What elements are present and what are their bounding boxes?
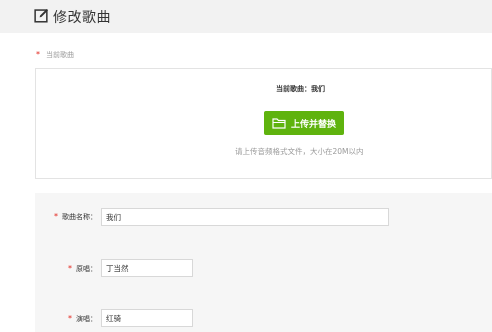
performer-input[interactable] [101, 309, 193, 327]
required-marker: * [54, 212, 58, 221]
song-name-input[interactable] [101, 208, 389, 226]
song-name-label: * 歌曲名称： [54, 212, 97, 221]
required-marker: * [68, 314, 72, 323]
original-singer-label: * 原唱： [68, 264, 97, 273]
edit-icon [34, 8, 49, 23]
page: 修改歌曲 * 当前歌曲 当前歌曲：我们 上传并替换 请上传音频格式文件，大小在20… [0, 0, 492, 332]
performer-label: * 演唱： [68, 314, 97, 323]
required-marker: * [36, 50, 40, 59]
upload-replace-label: 上传并替换 [290, 119, 336, 130]
current-song-text: 当前歌曲：我们 [276, 85, 325, 93]
page-header: 修改歌曲 [0, 0, 492, 32]
page-title: 修改歌曲 [53, 10, 111, 26]
current-song-section-label: * 当前歌曲 [36, 50, 74, 59]
original-singer-input[interactable] [101, 259, 193, 277]
upload-hint: 请上传音频格式文件，大小在20M以内 [235, 147, 364, 156]
upload-replace-button[interactable]: 上传并替换 [264, 111, 344, 135]
required-marker: * [68, 264, 72, 273]
folder-icon [272, 118, 286, 129]
